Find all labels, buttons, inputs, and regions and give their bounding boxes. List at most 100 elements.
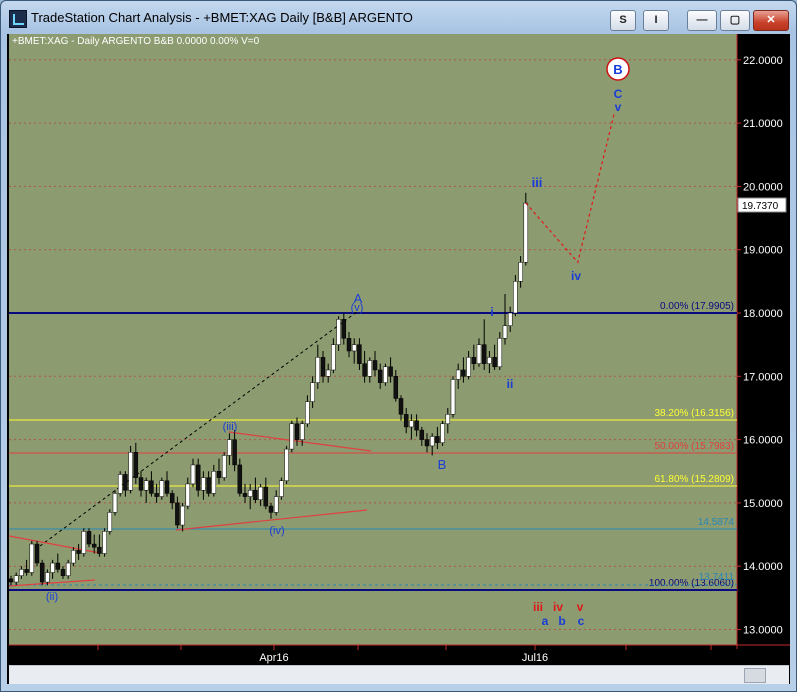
candle-body xyxy=(242,493,248,497)
candle-body xyxy=(466,357,471,377)
candle-body xyxy=(341,319,347,339)
candle-body xyxy=(440,423,445,444)
candle-body xyxy=(232,439,237,466)
wave-label: iv xyxy=(571,269,581,283)
candle-body xyxy=(268,505,274,513)
candle-body xyxy=(258,486,263,500)
plot-background xyxy=(9,34,737,645)
candle-body xyxy=(450,379,456,415)
candle-body xyxy=(398,398,404,415)
candle-body xyxy=(393,376,399,399)
candle-body xyxy=(237,464,243,494)
last-price-label: 19.7370 xyxy=(742,201,779,212)
support-label: 14.5874 xyxy=(698,517,735,528)
price-chart[interactable]: 22.0000 21.0000 20.0000 19.0000 18.0000 17.00… xyxy=(0,0,797,692)
candle-body xyxy=(502,325,508,339)
candle-body xyxy=(471,357,477,364)
price-tick-label: 17.0000 xyxy=(743,371,783,383)
support-label: 13.7411 xyxy=(699,572,735,583)
candle-body xyxy=(76,550,81,554)
candle-body xyxy=(377,369,383,383)
status-line: +BMET:XAG - Daily ARGENTO B&B 0.0000 0.0… xyxy=(12,36,260,47)
candle-body xyxy=(39,562,45,583)
candle-body xyxy=(149,480,154,494)
candle-body xyxy=(138,477,144,491)
wave-label: ii xyxy=(507,377,514,391)
candle-body xyxy=(159,480,165,497)
candle-body xyxy=(13,575,19,583)
candle-body xyxy=(273,496,279,513)
price-tick-label: 20.0000 xyxy=(743,181,783,193)
candle-body xyxy=(86,531,92,545)
fib-label: 38.20% (16.3156) xyxy=(654,408,734,419)
candle-body xyxy=(310,382,315,402)
candle-body xyxy=(8,578,14,583)
candle-body xyxy=(71,550,76,564)
price-tick-label: 16.0000 xyxy=(743,435,783,447)
candle-body xyxy=(294,423,300,440)
candle-body xyxy=(461,369,466,377)
candle-body xyxy=(419,429,425,440)
candle-body xyxy=(507,312,513,326)
candle-body xyxy=(227,439,232,456)
candle-body xyxy=(34,543,40,564)
candle-body xyxy=(414,420,419,431)
candle-body xyxy=(325,369,331,377)
candle-body xyxy=(445,414,451,425)
candle-body xyxy=(357,344,362,364)
candle-body xyxy=(190,464,196,485)
candle-body xyxy=(487,357,492,364)
wave-count-red: iv xyxy=(553,600,563,614)
candle-body xyxy=(19,569,24,576)
candle-body xyxy=(481,344,487,364)
candle-body xyxy=(284,448,289,481)
candle-body xyxy=(128,452,133,491)
time-tick-label: Apr16 xyxy=(259,652,288,664)
candle-body xyxy=(409,420,414,428)
wave-label: B xyxy=(438,457,447,472)
wave-label: (iii) xyxy=(223,421,238,433)
candle-body xyxy=(336,319,341,345)
candle-body xyxy=(133,452,139,478)
wave-label: B xyxy=(613,62,622,77)
candle-body xyxy=(45,572,50,583)
fib-label: 50.00% (15.7983) xyxy=(654,441,734,452)
candle-body xyxy=(29,543,35,573)
candle-body xyxy=(497,338,503,368)
horizontal-scrollbar[interactable] xyxy=(9,665,789,684)
candle-body xyxy=(81,531,87,554)
candle-body xyxy=(523,202,529,263)
candle-body xyxy=(91,543,97,548)
fib-label: 61.80% (15.2809) xyxy=(654,474,734,485)
time-tick-label: Jul16 xyxy=(522,652,548,664)
candle-body xyxy=(117,474,123,494)
candle-body xyxy=(424,439,430,447)
candle-body xyxy=(206,477,211,494)
wave-label: (iv) xyxy=(269,525,284,537)
candle-body xyxy=(201,477,206,491)
fib-label: 0.00% (17.9905) xyxy=(660,301,734,312)
candle-body xyxy=(492,357,497,368)
candle-body xyxy=(24,569,29,573)
candle-body xyxy=(362,363,367,377)
candle-body xyxy=(372,360,378,371)
candle-body xyxy=(143,480,149,491)
candle-body xyxy=(97,546,102,554)
price-tick-label: 22.0000 xyxy=(743,55,783,67)
wave-label: C xyxy=(614,87,623,101)
wave-label: i xyxy=(490,305,493,319)
candle-body xyxy=(435,436,440,444)
candle-body xyxy=(518,262,523,282)
candle-body xyxy=(154,493,159,497)
scrollbar-thumb[interactable] xyxy=(744,668,766,683)
price-tick-label: 15.0000 xyxy=(743,498,783,510)
candle-body xyxy=(123,474,128,491)
candle-body xyxy=(346,338,352,352)
candle-body xyxy=(216,471,222,478)
candle-body xyxy=(247,489,253,497)
candle-body xyxy=(185,483,191,507)
candle-body xyxy=(263,486,269,507)
candle-body xyxy=(279,480,284,497)
candle-body xyxy=(299,423,305,440)
wave-count-blue: b xyxy=(558,614,565,628)
